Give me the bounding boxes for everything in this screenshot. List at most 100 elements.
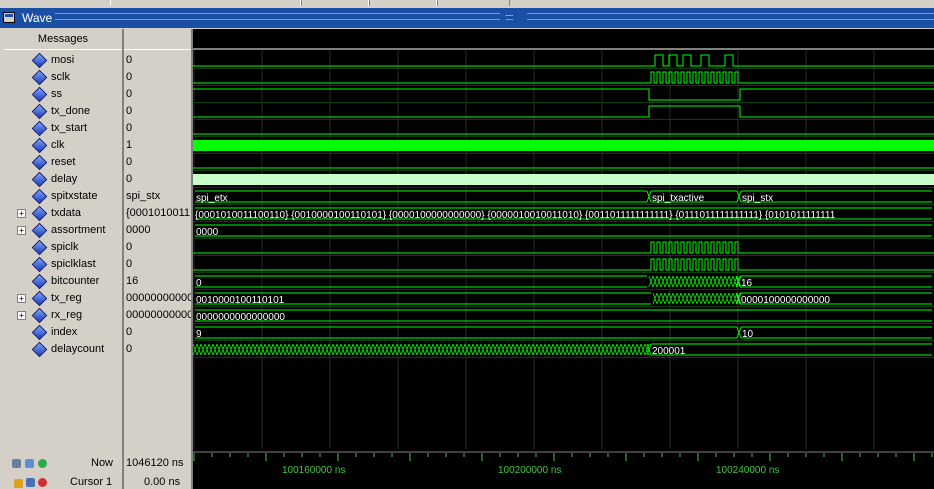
signal-values-pane[interactable]: 0 0 0 0 0 1 0 0 spi_stx {0001010011 0000 0 0 16 000000… (124, 29, 191, 489)
signal-diamond-icon (31, 307, 48, 324)
signal-name: sclk (51, 71, 70, 83)
assortment-label: 0000 (196, 227, 219, 238)
signal-value-row: 0 (124, 103, 191, 120)
signal-diamond-icon (31, 52, 48, 69)
tx-done-wave (193, 105, 934, 118)
signal-diamond-icon (31, 324, 48, 341)
signal-row-index[interactable]: index (4, 324, 122, 341)
clk-wave (193, 140, 934, 151)
signal-row-rx_reg[interactable]: + rx_reg (4, 307, 122, 324)
spiclklast-wave (193, 258, 934, 271)
signal-value-row: 1 (124, 137, 191, 154)
signal-value-row: 0 (124, 69, 191, 86)
signal-diamond-icon (31, 341, 48, 358)
waveform-canvas[interactable]: spi_etx spi_txactive spi_stx {0001010011100… (193, 29, 934, 489)
signal-value-row: 0 (124, 86, 191, 103)
lock-icon[interactable] (14, 479, 23, 488)
signal-row-bitcounter[interactable]: bitcounter (4, 273, 122, 290)
signal-name: bitcounter (51, 275, 100, 287)
delaycount-transitions (193, 343, 650, 356)
delaycount-label: 200001 (652, 346, 686, 357)
signal-row-spiclklast[interactable]: spiclklast (4, 256, 122, 273)
signal-value: 0 (126, 343, 133, 355)
signal-row-tx_start[interactable]: tx_start (4, 120, 122, 137)
toolbar-segment (368, 0, 438, 6)
spitxstate-label: spi_stx (742, 193, 773, 204)
signal-row-delaycount[interactable]: delaycount (4, 341, 122, 358)
rx-reg-label: 0000000000000000 (196, 312, 285, 323)
signal-value: 1 (126, 139, 133, 151)
signal-diamond-icon (31, 137, 48, 154)
signal-value: 0 (126, 122, 133, 134)
signal-value: 0 (126, 105, 133, 117)
signal-value-row: 0 (124, 171, 191, 188)
signal-row-reset[interactable]: reset (4, 154, 122, 171)
zoom-icon[interactable] (12, 459, 21, 468)
signal-name: tx_reg (51, 292, 82, 304)
index-label: 10 (742, 329, 754, 340)
spitxstate-bus-transition (646, 190, 652, 203)
signal-row-sclk[interactable]: sclk (4, 69, 122, 86)
expand-icon[interactable]: + (17, 226, 26, 235)
cursor-label[interactable]: Cursor 1 (70, 476, 112, 488)
delete-cursor-icon[interactable] (38, 478, 47, 487)
window-title: Wave (22, 11, 53, 25)
signal-row-ss[interactable]: ss (4, 86, 122, 103)
signal-value: 0000 (126, 224, 151, 236)
delaycount-bus-transition (646, 343, 652, 356)
signal-row-tx_reg[interactable]: + tx_reg (4, 290, 122, 307)
waveform-pane[interactable]: spi_etx spi_txactive spi_stx {0001010011100… (193, 29, 934, 489)
signal-row-mosi[interactable]: mosi (4, 52, 122, 69)
ss-wave (193, 88, 934, 101)
signal-row-spitxstate[interactable]: spitxstate (4, 188, 122, 205)
signal-value-row: 0 (124, 154, 191, 171)
toolbar-segment (300, 0, 370, 6)
now-row: Now 1046120 ns (4, 455, 934, 473)
mosi-wave (193, 54, 934, 67)
expand-icon[interactable]: + (17, 294, 26, 303)
signal-value: 00000000000 (126, 309, 191, 321)
now-label: Now (91, 457, 114, 469)
signal-value-row: 00000000000 (124, 307, 191, 324)
signal-row-delay[interactable]: delay (4, 171, 122, 188)
signal-diamond-icon (31, 171, 48, 188)
signal-name: spiclklast (51, 258, 96, 270)
signal-value: 0 (126, 173, 133, 185)
signal-diamond-icon (31, 239, 48, 256)
signal-row-tx_done[interactable]: tx_done (4, 103, 122, 120)
signal-diamond-icon (31, 273, 48, 290)
signal-name: assortment (51, 224, 106, 236)
signal-name: clk (51, 139, 65, 151)
spiclk-wave (193, 241, 934, 254)
delay-wave (193, 174, 934, 185)
expand-icon[interactable]: + (17, 311, 26, 320)
signal-row-clk[interactable]: clk (4, 137, 122, 154)
signal-value: 0 (126, 326, 133, 338)
add-cursor-icon[interactable] (38, 459, 47, 468)
toolbar-segment (110, 0, 302, 6)
signal-value-row: spi_stx (124, 188, 191, 205)
signal-name: delaycount (51, 343, 105, 355)
signal-name: spiclk (51, 241, 79, 253)
signal-value-row: 00000000000 (124, 290, 191, 307)
messages-column-header[interactable]: Messages (4, 29, 122, 50)
signal-value-row: 0 (124, 341, 191, 358)
signal-value-row: 0000 (124, 222, 191, 239)
drag-handle-icon[interactable]: ::::: (505, 12, 525, 22)
signal-row-assortment[interactable]: + assortment (4, 222, 122, 239)
cursor-edit-icon[interactable] (26, 478, 35, 487)
signal-diamond-icon (31, 256, 48, 273)
signal-names-pane[interactable]: Messages mosi sclk ss tx_done tx_startclk res… (4, 29, 122, 489)
signal-diamond-icon (31, 188, 48, 205)
window-menu-icon[interactable] (3, 12, 15, 23)
wave-add-icon[interactable] (25, 459, 34, 468)
signal-row-txdata[interactable]: + txdata (4, 205, 122, 222)
signal-diamond-icon (31, 290, 48, 307)
signal-value: {0001010011 (126, 207, 191, 219)
signal-value: 0 (126, 88, 133, 100)
signal-diamond-icon (31, 205, 48, 222)
signal-diamond-icon (31, 69, 48, 86)
expand-icon[interactable]: + (17, 209, 26, 218)
signal-row-spiclk[interactable]: spiclk (4, 239, 122, 256)
wave-window-titlebar[interactable]: Wave ::::: (0, 8, 934, 28)
